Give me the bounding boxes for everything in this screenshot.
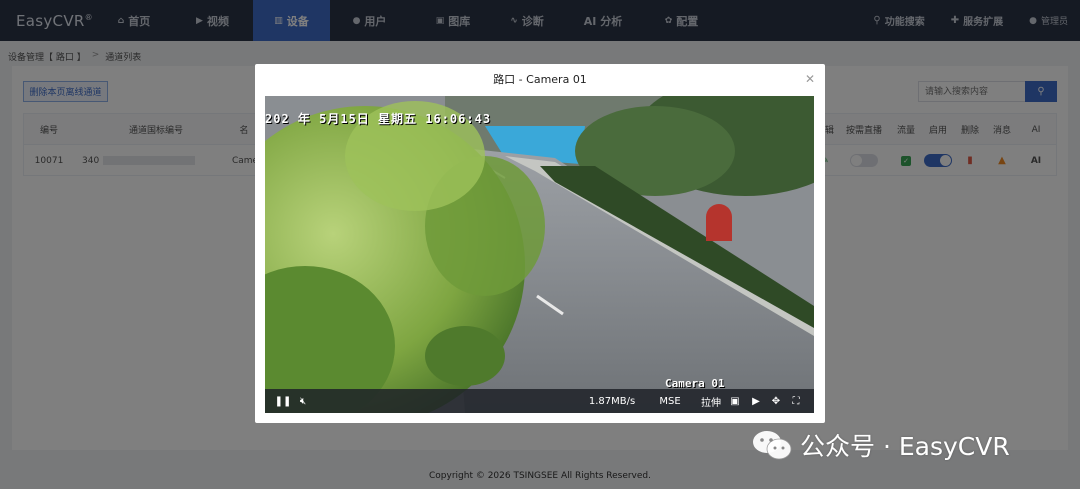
close-icon[interactable]: ✕ — [805, 72, 815, 86]
video-frame — [265, 96, 814, 413]
mute-icon[interactable]: 🔇︎ — [296, 389, 310, 413]
fullscreen-icon[interactable]: ⛶ — [789, 389, 803, 413]
pause-icon[interactable]: ❚❚ — [275, 389, 292, 413]
wechat-icon — [753, 431, 792, 460]
screenshot-icon[interactable]: ▣ — [729, 389, 741, 413]
osd-timestamp: 202 年 5月15日 星期五 16:06:43 — [265, 112, 492, 126]
player-controls: ❚❚ 🔇︎ 1.87MB/s MSE 拉伸 ▣ ▶ ✥ ⛶ — [265, 389, 814, 413]
video-player[interactable]: 202 年 5月15日 星期五 16:06:43 Camera 01 ❚❚ 🔇︎… — [265, 96, 814, 413]
decoder-mode[interactable]: MSE — [655, 389, 685, 413]
modal-title: 路口 - Camera 01 — [493, 73, 587, 86]
watermark: 公众号 · EasyCVR — [752, 427, 1010, 463]
stretch-button[interactable]: 拉伸 — [699, 389, 723, 413]
video-modal: 路口 - Camera 01 ✕ 202 年 5月15日 星期五 16:06:4… — [255, 64, 825, 423]
ptz-icon[interactable]: ✥ — [769, 389, 783, 413]
bitrate-readout: 1.87MB/s — [588, 395, 636, 407]
record-icon[interactable]: ▶ — [749, 389, 763, 413]
